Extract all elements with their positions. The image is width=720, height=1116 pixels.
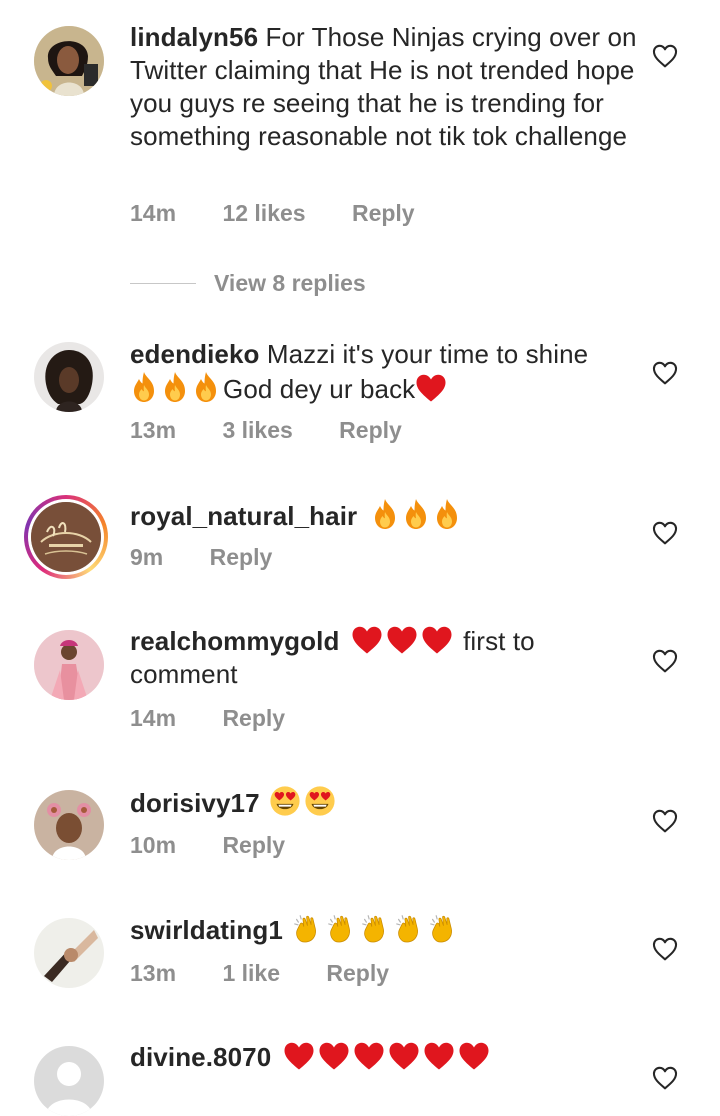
- comment-likes[interactable]: 12 likes: [222, 200, 305, 226]
- comment-text: realchommygold first to comment: [130, 625, 640, 691]
- comment-username[interactable]: edendieko: [130, 339, 260, 369]
- red-heart-emoji: [351, 625, 383, 655]
- view-replies-button[interactable]: View 8 replies: [130, 268, 366, 298]
- reply-button[interactable]: Reply: [339, 417, 402, 443]
- reply-button[interactable]: Reply: [326, 960, 389, 986]
- red-heart-emoji: [415, 373, 447, 403]
- comment-time: 9m: [130, 544, 164, 570]
- comment-meta: 14m 12 likes Reply: [130, 200, 455, 227]
- red-heart-emoji: [353, 1041, 385, 1071]
- red-heart-emoji: [423, 1041, 455, 1071]
- view-replies-label[interactable]: View 8 replies: [214, 270, 366, 297]
- comment-meta: 14m Reply: [130, 705, 325, 732]
- comment-text: swirldating1: [130, 913, 640, 947]
- fire-emoji: [192, 371, 220, 403]
- heart-eyes-emoji: [269, 785, 301, 817]
- avatar[interactable]: [34, 630, 104, 700]
- comment-text: dorisivy17: [130, 785, 640, 820]
- red-heart-emoji: [318, 1041, 350, 1071]
- red-heart-emoji: [421, 625, 453, 655]
- avatar: [31, 502, 101, 572]
- comment-meta: 13m 1 like Reply: [130, 960, 429, 987]
- like-heart-icon[interactable]: [652, 44, 678, 68]
- avatar[interactable]: [34, 790, 104, 860]
- divider-line: [130, 282, 196, 284]
- comment-time: 13m: [130, 417, 177, 443]
- fire-emoji: [402, 498, 430, 530]
- comment-meta: 10m Reply: [130, 832, 325, 859]
- clapping-hands-emoji: [326, 913, 357, 944]
- avatar[interactable]: [34, 26, 104, 96]
- clapping-hands-emoji: [360, 913, 391, 944]
- clapping-hands-emoji: [292, 913, 323, 944]
- comment-text: lindalyn56 For Those Ninjas crying over …: [130, 21, 640, 153]
- reply-button[interactable]: Reply: [222, 705, 285, 731]
- story-ring-avatar[interactable]: [24, 495, 108, 579]
- comment-time: 13m: [130, 960, 177, 986]
- comment-time: 10m: [130, 832, 177, 858]
- fire-emoji: [371, 498, 399, 530]
- comment-text: edendieko Mazzi it's your time to shine …: [130, 338, 640, 406]
- comment-text: divine.8070: [130, 1041, 640, 1074]
- avatar[interactable]: [34, 918, 104, 988]
- fire-emoji: [130, 371, 158, 403]
- comment-time: 14m: [130, 200, 177, 226]
- comment-meta: 9m Reply: [130, 544, 312, 571]
- comment-username[interactable]: swirldating1: [130, 915, 283, 945]
- reply-button[interactable]: Reply: [352, 200, 415, 226]
- like-heart-icon[interactable]: [652, 1066, 678, 1090]
- comment-likes[interactable]: 3 likes: [222, 417, 292, 443]
- heart-eyes-emoji: [304, 785, 336, 817]
- avatar[interactable]: [34, 342, 104, 412]
- clapping-hands-emoji: [428, 913, 459, 944]
- reply-button[interactable]: Reply: [222, 832, 285, 858]
- like-heart-icon[interactable]: [652, 361, 678, 385]
- comment-username[interactable]: realchommygold: [130, 626, 339, 656]
- avatar[interactable]: [34, 1046, 104, 1116]
- clapping-hands-emoji: [394, 913, 425, 944]
- like-heart-icon[interactable]: [652, 809, 678, 833]
- comment-likes[interactable]: 1 like: [222, 960, 280, 986]
- reply-button[interactable]: Reply: [210, 544, 273, 570]
- red-heart-emoji: [386, 625, 418, 655]
- comment-body: Mazzi it's your time to shine: [266, 339, 589, 369]
- like-heart-icon[interactable]: [652, 649, 678, 673]
- like-heart-icon[interactable]: [652, 937, 678, 961]
- comment-username[interactable]: lindalyn56: [130, 22, 258, 52]
- like-heart-icon[interactable]: [652, 521, 678, 545]
- comment-username[interactable]: divine.8070: [130, 1042, 271, 1072]
- fire-emoji: [433, 498, 461, 530]
- red-heart-emoji: [388, 1041, 420, 1071]
- fire-emoji: [161, 371, 189, 403]
- red-heart-emoji: [283, 1041, 315, 1071]
- comment-body-continued: God dey ur back: [223, 374, 416, 404]
- red-heart-emoji: [458, 1041, 490, 1071]
- comment-text: royal_natural_hair: [130, 498, 640, 533]
- comment-username[interactable]: dorisivy17: [130, 788, 260, 818]
- comment-meta: 13m 3 likes Reply: [130, 417, 442, 444]
- comment-username[interactable]: royal_natural_hair: [130, 501, 357, 531]
- comment-time: 14m: [130, 705, 177, 731]
